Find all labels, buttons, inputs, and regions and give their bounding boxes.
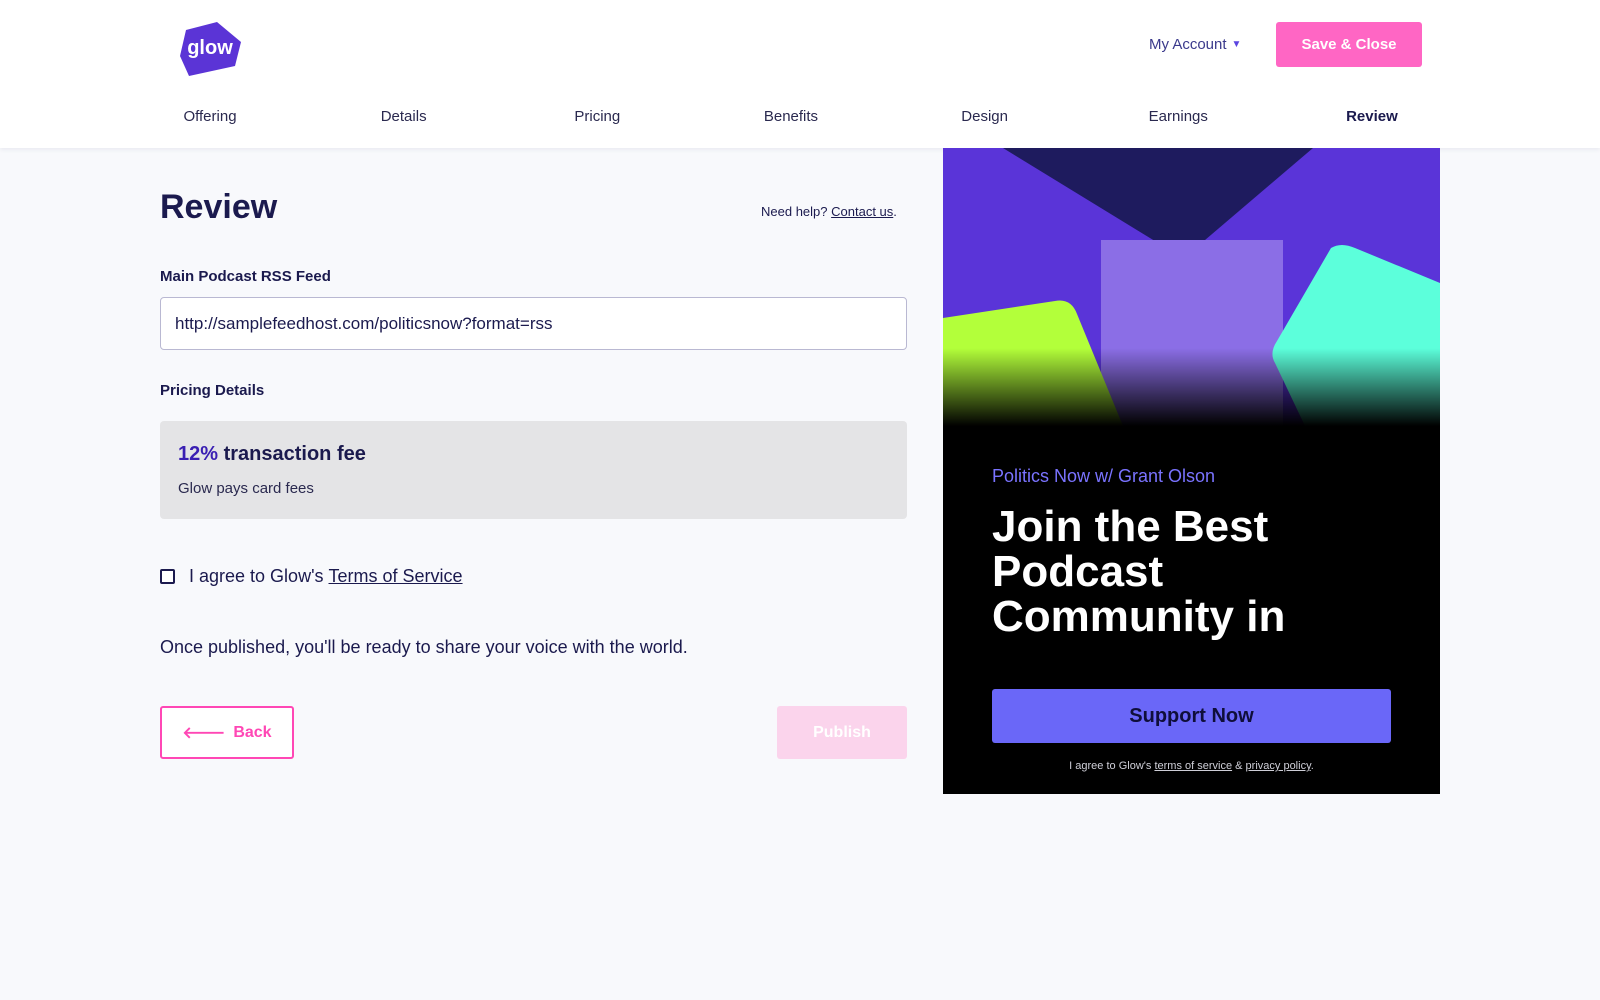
rss-feed-label: Main Podcast RSS Feed [160, 268, 331, 285]
support-now-button[interactable]: Support Now [992, 689, 1391, 743]
step-offering[interactable]: Offering [160, 108, 260, 130]
help-suffix: . [893, 204, 897, 219]
help-text: Need help? Contact us. [761, 204, 897, 219]
terms-agreement: I agree to Glow's Terms of Service [160, 566, 463, 587]
pricing-details-label: Pricing Details [160, 382, 265, 399]
fee-percent: 12% [178, 443, 219, 465]
preview-headline-container: Join the Best Podcast Community in Polit… [992, 504, 1412, 644]
fee-text: transaction fee [223, 443, 366, 465]
logo-text: glow [187, 37, 233, 59]
step-benefits[interactable]: Benefits [741, 108, 841, 130]
step-details[interactable]: Details [354, 108, 454, 130]
step-pricing[interactable]: Pricing [547, 108, 647, 130]
publish-note: Once published, you'll be ready to share… [160, 637, 688, 657]
contact-us-link[interactable]: Contact us [831, 204, 893, 219]
step-review[interactable]: Review [1322, 108, 1422, 130]
fee-subtext: Glow pays card fees [178, 480, 314, 497]
step-design[interactable]: Design [935, 108, 1035, 130]
privacy-link[interactable]: privacy policy [1246, 760, 1311, 772]
rss-feed-input[interactable] [160, 297, 907, 350]
preview-headline: Join the Best Podcast Community in Polit… [992, 504, 1286, 644]
terms-prefix: I agree to Glow's [189, 566, 324, 586]
step-nav: Offering Details Pricing Benefits Design… [160, 108, 1422, 130]
fee-headline: 12% transaction fee [178, 443, 889, 466]
publish-button[interactable]: Publish [777, 706, 907, 759]
save-close-button[interactable]: Save & Close [1276, 22, 1422, 67]
terms-of-service-link[interactable]: Terms of Service [329, 566, 463, 587]
legal-prefix: I agree to Glow's [1069, 760, 1152, 772]
arrow-left-icon: 🡐 [182, 725, 226, 742]
pricing-card: 12% transaction fee Glow pays card fees [160, 421, 907, 519]
preview-panel: Politics Now w/ Grant Olson Join the Bes… [943, 148, 1440, 794]
preview-podcast-name: Politics Now w/ Grant Olson [992, 466, 1216, 486]
terms-link[interactable]: terms of service [1154, 760, 1232, 772]
terms-checkbox[interactable] [160, 569, 175, 584]
help-prefix: Need help? [761, 204, 828, 219]
my-account-label: My Account [1149, 36, 1227, 53]
back-button[interactable]: 🡐 Back [160, 706, 294, 759]
my-account-menu[interactable]: My Account ▼ [1149, 36, 1241, 53]
back-label: Back [233, 723, 272, 741]
preview-hero-art [943, 148, 1440, 426]
legal-suffix: . [1310, 760, 1314, 772]
page-title: Review [160, 188, 278, 226]
glow-logo[interactable]: glow [177, 22, 243, 76]
top-bar: glow My Account ▼ Save & Close Offering … [0, 0, 1600, 148]
caret-down-icon: ▼ [1231, 39, 1242, 50]
preview-legal-text: I agree to Glow's terms of service & pri… [943, 760, 1440, 772]
legal-amp: & [1235, 760, 1243, 772]
step-earnings[interactable]: Earnings [1128, 108, 1228, 130]
